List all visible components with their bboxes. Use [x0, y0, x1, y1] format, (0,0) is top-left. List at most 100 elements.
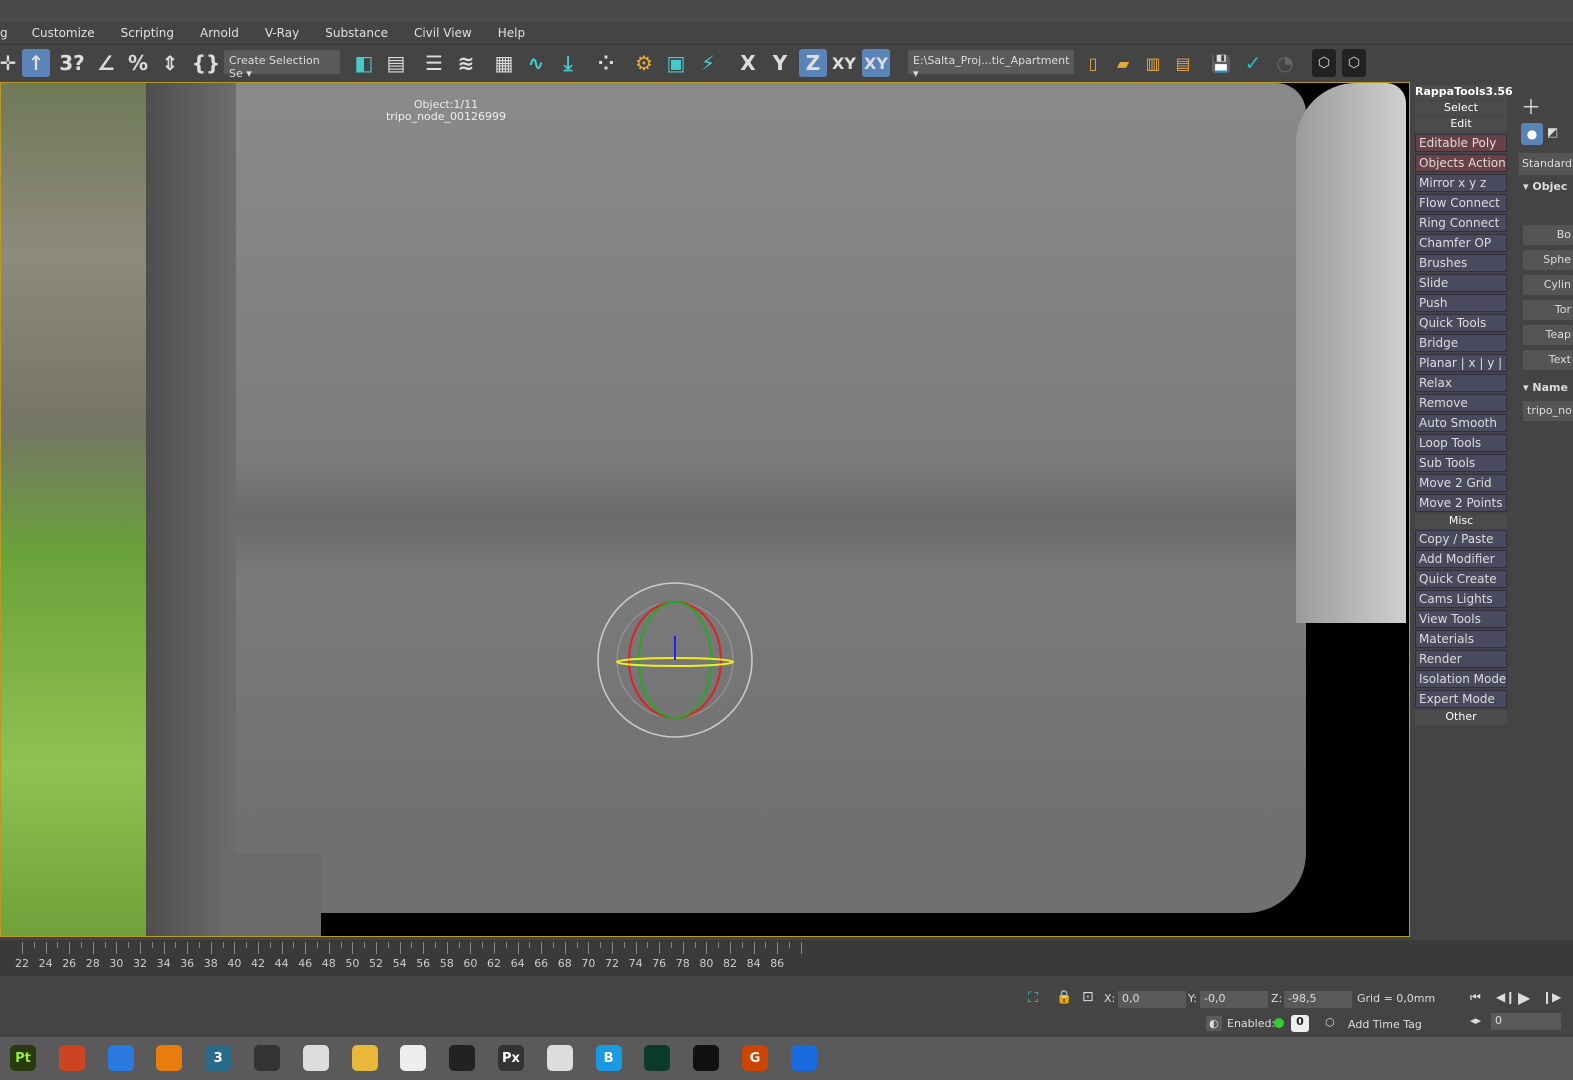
next-frame-icon[interactable]: ❙▶ [1542, 990, 1561, 1004]
render-setup-icon[interactable]: ⚙ [630, 49, 658, 77]
name-color-rollout[interactable]: ▾ Name [1523, 381, 1568, 394]
toggle-ribbon-icon[interactable]: ▦ [490, 49, 518, 77]
taskbar-app-icon[interactable] [790, 1045, 817, 1071]
project-settings-icon[interactable]: ▯ [1080, 49, 1106, 77]
project-structure-icon[interactable]: ▤ [1170, 49, 1196, 77]
rappa-button[interactable]: Brushes [1415, 254, 1507, 272]
taskbar-app-icon[interactable]: Px [498, 1045, 524, 1071]
rappa-button[interactable]: Loop Tools [1415, 434, 1507, 452]
taskbar-app-icon[interactable]: 3 [205, 1045, 232, 1071]
key-mode-icon[interactable]: ◂▸ [1470, 1014, 1481, 1027]
align-icon[interactable]: ▤ [382, 49, 410, 77]
go-to-start-icon[interactable]: ⏮ [1470, 990, 1481, 1005]
x-coordinate-field[interactable]: 0,0 [1118, 991, 1186, 1008]
perspective-viewport[interactable]: Object:1/11 tripo_node_00126999 [0, 82, 1410, 937]
menu-help[interactable]: Help [498, 26, 525, 40]
rappa-button[interactable]: Planar | x | y | z [1415, 354, 1507, 372]
menu-item[interactable]: g [0, 26, 8, 40]
axis-x-button[interactable]: X [736, 49, 760, 77]
rappa-button[interactable]: Flow Connect [1415, 194, 1507, 212]
axis-xy-toggle-button[interactable]: XY [862, 49, 890, 77]
absolute-mode-icon[interactable]: ⊡ [1082, 989, 1094, 1005]
curve-editor-icon[interactable]: ∿ [522, 49, 550, 77]
previous-frame-icon[interactable]: ◀❙ [1496, 990, 1515, 1004]
menu-scripting[interactable]: Scripting [121, 26, 174, 40]
selection-lock-icon[interactable]: ⛶ [1028, 990, 1038, 1006]
plugin-settings-icon[interactable]: ⬡ [1342, 49, 1366, 77]
rappa-button[interactable]: Sub Tools [1415, 454, 1507, 472]
rappa-misc-button[interactable]: Expert Mode [1415, 690, 1507, 708]
snap-3d-icon[interactable]: 3? [58, 49, 86, 77]
rendered-frame-icon[interactable]: ▣ [662, 49, 690, 77]
taskbar-app-icon[interactable] [546, 1045, 573, 1071]
project-folder-icon[interactable]: ▰ [1110, 49, 1136, 77]
taskbar-app-icon[interactable] [449, 1045, 476, 1071]
menu-arnold[interactable]: Arnold [200, 26, 239, 40]
select-object-button[interactable]: ↑ [22, 49, 50, 77]
taskbar-app-icon[interactable] [693, 1045, 720, 1071]
taskbar-app-icon[interactable] [107, 1045, 134, 1071]
rappa-misc-button[interactable]: Isolation Mode [1415, 670, 1507, 688]
object-type-button[interactable]: Sphe [1523, 250, 1573, 270]
y-coordinate-field[interactable]: -0,0 [1200, 991, 1268, 1008]
create-tab-icon[interactable]: ＋ [1521, 91, 1541, 120]
mirror-icon[interactable]: ◧ [350, 49, 378, 77]
add-time-tag-button[interactable]: Add Time Tag [1348, 1018, 1422, 1031]
menu-customize[interactable]: Customize [32, 26, 95, 40]
rappa-button[interactable]: Remove [1415, 394, 1507, 412]
object-type-button[interactable]: Text [1523, 350, 1573, 370]
timer-icon[interactable]: ◔ [1272, 49, 1298, 77]
object-type-button[interactable]: Teap [1523, 325, 1573, 345]
rotate-gizmo[interactable] [591, 578, 761, 748]
adaptive-degradation-icon[interactable]: ◐ [1206, 1016, 1222, 1031]
menu-civil-view[interactable]: Civil View [414, 26, 472, 40]
object-type-button[interactable]: Cylin [1523, 275, 1573, 295]
rappa-misc-button[interactable]: Add Modifier [1415, 550, 1507, 568]
rappa-button[interactable]: Move 2 Grid [1415, 474, 1507, 492]
object-type-rollout[interactable]: ▾ Objec [1523, 180, 1567, 193]
rappa-misc-button[interactable]: Quick Create [1415, 570, 1507, 588]
object-type-button[interactable]: Tor [1523, 300, 1573, 320]
plugin-icon[interactable]: ⬡ [1312, 49, 1336, 77]
taskbar-app-icon[interactable] [58, 1045, 85, 1071]
rappa-button[interactable]: Move 2 Points [1415, 494, 1507, 512]
lock-icon[interactable]: 🔒 [1056, 990, 1072, 1005]
check-icon[interactable]: ✓ [1240, 49, 1266, 77]
rappa-button[interactable]: Objects Actions [1415, 154, 1507, 172]
rappa-misc-button[interactable]: Render [1415, 650, 1507, 668]
taskbar-app-icon[interactable] [644, 1045, 671, 1071]
angle-snap-icon[interactable]: ∠ [92, 49, 120, 77]
taskbar-app-icon[interactable]: Pt [10, 1045, 36, 1071]
rappa-misc-button[interactable]: View Tools [1415, 610, 1507, 628]
rappa-button[interactable]: Auto Smooth [1415, 414, 1507, 432]
axis-z-button[interactable]: Z [799, 49, 827, 77]
rappa-misc-button[interactable]: Copy / Paste [1415, 530, 1507, 548]
autosave-icon[interactable]: 💾 [1208, 49, 1234, 77]
rappa-button[interactable]: Relax [1415, 374, 1507, 392]
taskbar-app-icon[interactable] [302, 1045, 329, 1071]
spinner-snap-icon[interactable]: ⇕ [156, 49, 184, 77]
rappa-button[interactable]: Slide [1415, 274, 1507, 292]
object-type-button[interactable]: Bo [1523, 225, 1573, 245]
scene-explorer-icon[interactable]: ☰ [420, 49, 448, 77]
taskbar-app-icon[interactable]: B [595, 1045, 622, 1071]
material-editor-icon[interactable]: ⁘ [592, 49, 620, 77]
taskbar-app-icon[interactable] [254, 1045, 280, 1071]
menu-vray[interactable]: V-Ray [265, 26, 299, 40]
rappa-button[interactable]: Bridge [1415, 334, 1507, 352]
percent-snap-icon[interactable]: % [124, 49, 152, 77]
selection-set-dropdown[interactable]: Create Selection Se ▾ [224, 50, 340, 80]
rappa-button[interactable]: Ring Connect [1415, 214, 1507, 232]
z-coordinate-field[interactable]: -98,5 [1284, 991, 1352, 1008]
rappa-button[interactable]: Quick Tools [1415, 314, 1507, 332]
rappa-button[interactable]: Chamfer OP [1415, 234, 1507, 252]
object-name-input[interactable]: tripo_no [1523, 401, 1573, 421]
rappa-misc-button[interactable]: Cams Lights [1415, 590, 1507, 608]
rappa-button[interactable]: Editable Poly [1415, 134, 1507, 152]
taskbar-app-icon[interactable] [156, 1045, 183, 1071]
rappa-misc-button[interactable]: Materials [1415, 630, 1507, 648]
axis-xy-button[interactable]: XY [830, 49, 858, 77]
timeline-ruler[interactable]: 22 24 26 28 30 32 34 36 38 40 42 44 46 48 50 52 54 56 58 60… [0, 940, 1573, 976]
geometry-icon[interactable]: ● [1521, 123, 1543, 145]
rappa-edit-button[interactable]: Edit [1415, 117, 1507, 132]
